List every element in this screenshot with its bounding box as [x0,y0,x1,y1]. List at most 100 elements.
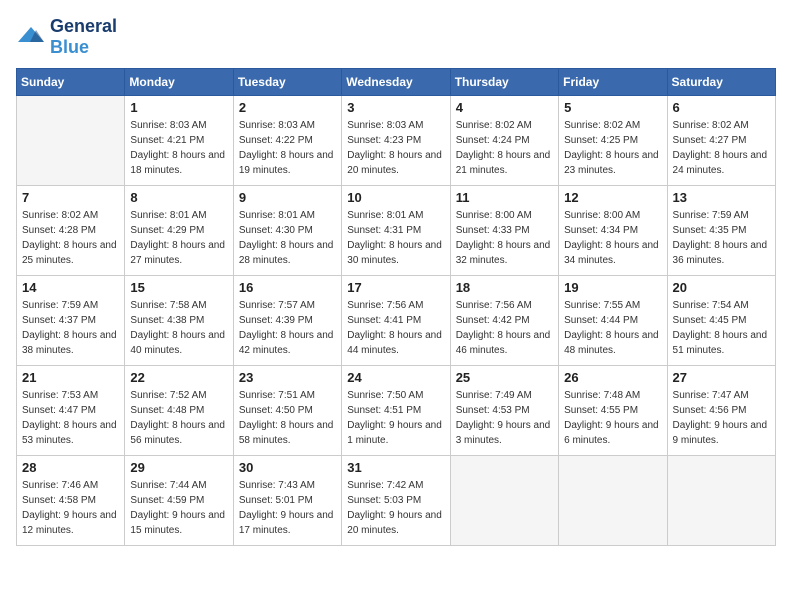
day-info: Sunrise: 8:02 AMSunset: 4:27 PMDaylight:… [673,118,770,178]
day-info: Sunrise: 8:03 AMSunset: 4:23 PMDaylight:… [347,118,444,178]
day-info: Sunrise: 8:01 AMSunset: 4:31 PMDaylight:… [347,208,444,268]
calendar-cell: 30 Sunrise: 7:43 AMSunset: 5:01 PMDayligh… [233,456,341,546]
logo-general-text: General [50,16,117,36]
calendar-cell: 19 Sunrise: 7:55 AMSunset: 4:44 PMDayligh… [559,276,667,366]
day-info: Sunrise: 7:57 AMSunset: 4:39 PMDaylight:… [239,298,336,358]
day-info: Sunrise: 8:01 AMSunset: 4:30 PMDaylight:… [239,208,336,268]
calendar-cell [17,96,125,186]
calendar-week-row: 14 Sunrise: 7:59 AMSunset: 4:37 PMDayligh… [17,276,776,366]
day-number: 11 [456,190,553,205]
calendar-cell: 25 Sunrise: 7:49 AMSunset: 4:53 PMDayligh… [450,366,558,456]
calendar-week-row: 21Sunrise: 7:53 AMSunset: 4:47 PMDayligh… [17,366,776,456]
calendar-cell: 7 Sunrise: 8:02 AMSunset: 4:28 PMDaylight… [17,186,125,276]
calendar-cell: 13Sunrise: 7:59 AMSunset: 4:35 PMDayligh… [667,186,775,276]
calendar-cell: 14 Sunrise: 7:59 AMSunset: 4:37 PMDayligh… [17,276,125,366]
day-number: 31 [347,460,444,475]
day-number: 23 [239,370,336,385]
calendar-cell: 11 Sunrise: 8:00 AMSunset: 4:33 PMDayligh… [450,186,558,276]
header-day-friday: Friday [559,69,667,96]
day-info: Sunrise: 7:43 AMSunset: 5:01 PMDaylight:… [239,478,336,538]
calendar-cell: 3 Sunrise: 8:03 AMSunset: 4:23 PMDaylight… [342,96,450,186]
day-number: 21 [22,370,119,385]
calendar-cell: 15Sunrise: 7:58 AMSunset: 4:38 PMDayligh… [125,276,233,366]
calendar-week-row: 7 Sunrise: 8:02 AMSunset: 4:28 PMDaylight… [17,186,776,276]
day-info: Sunrise: 7:46 AMSunset: 4:58 PMDaylight:… [22,478,119,538]
day-number: 7 [22,190,119,205]
calendar-cell: 16 Sunrise: 7:57 AMSunset: 4:39 PMDayligh… [233,276,341,366]
calendar-cell: 29 Sunrise: 7:44 AMSunset: 4:59 PMDayligh… [125,456,233,546]
calendar-cell: 21Sunrise: 7:53 AMSunset: 4:47 PMDayligh… [17,366,125,456]
day-info: Sunrise: 7:56 AMSunset: 4:42 PMDaylight:… [456,298,553,358]
day-number: 25 [456,370,553,385]
day-number: 15 [130,280,227,295]
day-info: Sunrise: 8:03 AMSunset: 4:22 PMDaylight:… [239,118,336,178]
calendar-table: SundayMondayTuesdayWednesdayThursdayFrid… [16,68,776,546]
calendar-cell: 26Sunrise: 7:48 AMSunset: 4:55 PMDayligh… [559,366,667,456]
day-info: Sunrise: 8:02 AMSunset: 4:28 PMDaylight:… [22,208,119,268]
calendar-cell: 17Sunrise: 7:56 AMSunset: 4:41 PMDayligh… [342,276,450,366]
day-info: Sunrise: 8:00 AMSunset: 4:34 PMDaylight:… [564,208,661,268]
day-number: 17 [347,280,444,295]
day-number: 29 [130,460,227,475]
day-info: Sunrise: 7:51 AMSunset: 4:50 PMDaylight:… [239,388,336,448]
day-info: Sunrise: 7:49 AMSunset: 4:53 PMDaylight:… [456,388,553,448]
calendar-cell [450,456,558,546]
calendar-cell: 28 Sunrise: 7:46 AMSunset: 4:58 PMDayligh… [17,456,125,546]
logo-blue-text: Blue [50,37,89,57]
day-info: Sunrise: 7:52 AMSunset: 4:48 PMDaylight:… [130,388,227,448]
day-number: 2 [239,100,336,115]
day-number: 30 [239,460,336,475]
day-number: 12 [564,190,661,205]
day-info: Sunrise: 7:50 AMSunset: 4:51 PMDaylight:… [347,388,444,448]
day-info: Sunrise: 7:54 AMSunset: 4:45 PMDaylight:… [673,298,770,358]
day-number: 9 [239,190,336,205]
calendar-week-row: 28 Sunrise: 7:46 AMSunset: 4:58 PMDayligh… [17,456,776,546]
day-number: 24 [347,370,444,385]
day-number: 14 [22,280,119,295]
header-day-sunday: Sunday [17,69,125,96]
header-day-thursday: Thursday [450,69,558,96]
calendar-cell: 24 Sunrise: 7:50 AMSunset: 4:51 PMDayligh… [342,366,450,456]
day-number: 10 [347,190,444,205]
day-number: 6 [673,100,770,115]
calendar-cell: 5 Sunrise: 8:02 AMSunset: 4:25 PMDaylight… [559,96,667,186]
calendar-cell: 2 Sunrise: 8:03 AMSunset: 4:22 PMDaylight… [233,96,341,186]
calendar-cell: 10 Sunrise: 8:01 AMSunset: 4:31 PMDayligh… [342,186,450,276]
header-day-saturday: Saturday [667,69,775,96]
calendar-week-row: 1 Sunrise: 8:03 AMSunset: 4:21 PMDaylight… [17,96,776,186]
logo: General Blue [16,16,117,58]
calendar-cell: 27Sunrise: 7:47 AMSunset: 4:56 PMDayligh… [667,366,775,456]
calendar-cell: 1 Sunrise: 8:03 AMSunset: 4:21 PMDaylight… [125,96,233,186]
day-info: Sunrise: 8:01 AMSunset: 4:29 PMDaylight:… [130,208,227,268]
day-number: 22 [130,370,227,385]
day-number: 28 [22,460,119,475]
day-number: 8 [130,190,227,205]
day-info: Sunrise: 8:02 AMSunset: 4:25 PMDaylight:… [564,118,661,178]
day-info: Sunrise: 8:03 AMSunset: 4:21 PMDaylight:… [130,118,227,178]
day-number: 1 [130,100,227,115]
day-number: 5 [564,100,661,115]
header: General Blue [16,16,776,58]
calendar-cell: 23 Sunrise: 7:51 AMSunset: 4:50 PMDayligh… [233,366,341,456]
day-number: 19 [564,280,661,295]
day-info: Sunrise: 7:59 AMSunset: 4:35 PMDaylight:… [673,208,770,268]
day-info: Sunrise: 7:55 AMSunset: 4:44 PMDaylight:… [564,298,661,358]
calendar-cell: 31 Sunrise: 7:42 AMSunset: 5:03 PMDayligh… [342,456,450,546]
day-number: 3 [347,100,444,115]
day-info: Sunrise: 8:00 AMSunset: 4:33 PMDaylight:… [456,208,553,268]
calendar-header-row: SundayMondayTuesdayWednesdayThursdayFrid… [17,69,776,96]
day-number: 26 [564,370,661,385]
day-number: 27 [673,370,770,385]
day-info: Sunrise: 7:44 AMSunset: 4:59 PMDaylight:… [130,478,227,538]
calendar-cell: 9 Sunrise: 8:01 AMSunset: 4:30 PMDaylight… [233,186,341,276]
calendar-cell: 6 Sunrise: 8:02 AMSunset: 4:27 PMDaylight… [667,96,775,186]
header-day-monday: Monday [125,69,233,96]
day-info: Sunrise: 7:42 AMSunset: 5:03 PMDaylight:… [347,478,444,538]
header-day-tuesday: Tuesday [233,69,341,96]
day-number: 16 [239,280,336,295]
calendar-cell: 12 Sunrise: 8:00 AMSunset: 4:34 PMDayligh… [559,186,667,276]
day-info: Sunrise: 8:02 AMSunset: 4:24 PMDaylight:… [456,118,553,178]
calendar-cell [559,456,667,546]
header-day-wednesday: Wednesday [342,69,450,96]
day-info: Sunrise: 7:59 AMSunset: 4:37 PMDaylight:… [22,298,119,358]
